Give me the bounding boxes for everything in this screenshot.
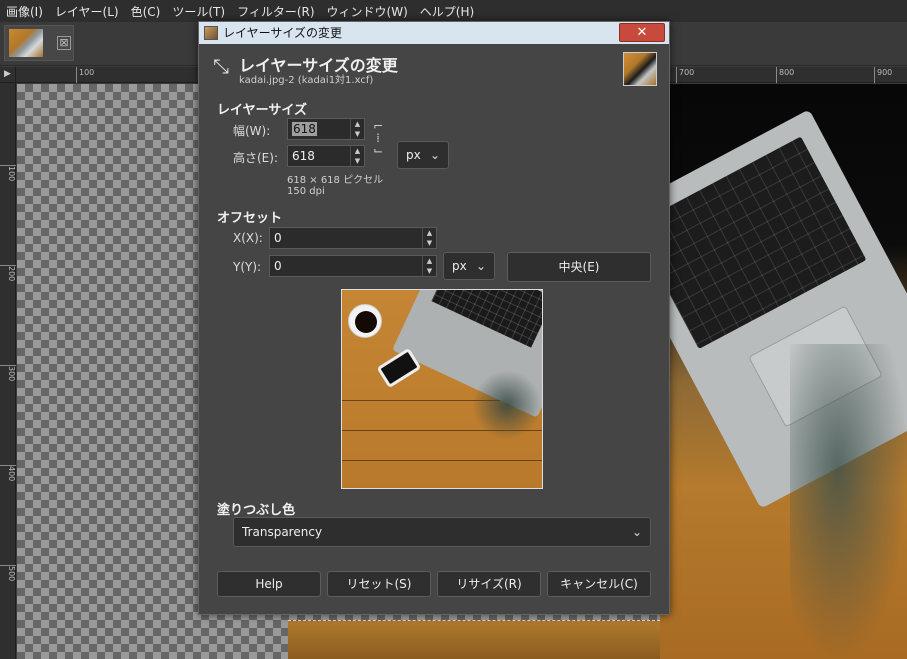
size-unit-value: px (406, 148, 421, 162)
dialog-titlebar[interactable]: レイヤーサイズの変更 (199, 22, 669, 44)
offset-y-value: 0 (274, 259, 282, 273)
chevron-down-icon: ⌄ (475, 259, 486, 273)
offset-y-spin-arrows-icon[interactable]: ▲ ▼ (422, 256, 436, 276)
offset-x-label: X(X): (233, 231, 263, 245)
menu-layer[interactable]: レイヤー(L) (49, 3, 125, 20)
ruler-tick-label: 900 (874, 67, 892, 83)
layer-size-dialog: レイヤーサイズの変更 ✕ ⤡ レイヤーサイズの変更 kadai.jpg-2 (k… (198, 21, 670, 615)
ruler-tick-label: 500 (0, 565, 16, 581)
menu-image[interactable]: 画像(I) (0, 3, 49, 20)
offset-x-value: 0 (274, 231, 282, 245)
height-value: 618 (292, 149, 315, 163)
fill-color-select[interactable]: Transparency ⌄ (233, 517, 651, 547)
menu-filters[interactable]: フィルター(R) (231, 3, 320, 20)
reset-button[interactable]: リセット(S) (327, 571, 431, 597)
help-button[interactable]: Help (217, 571, 321, 597)
resize-layer-icon: ⤡ (213, 54, 229, 78)
ruler-tick-label: 100 (0, 165, 16, 181)
dialog-subtitle: kadai.jpg-2 (kadai1対1.xcf) (239, 75, 374, 86)
offset-x-input[interactable]: 0 ▲ ▼ (269, 227, 437, 249)
ruler-corner-menu-icon[interactable]: ▶ (0, 67, 16, 83)
chain-link-icon[interactable]: ⌐ ⁞ ⌙ (371, 120, 385, 166)
preview-coffee-cup (348, 304, 382, 338)
canvas-photo-layer[interactable] (660, 84, 907, 659)
menu-windows[interactable]: ウィンドウ(W) (321, 3, 414, 20)
offset-section-title: オフセット (217, 211, 283, 226)
cancel-button[interactable]: キャンセル(C) (547, 571, 651, 597)
height-spin-arrows-icon[interactable]: ▲ ▼ (350, 146, 364, 166)
menu-color[interactable]: 色(C) (125, 3, 167, 20)
ruler-tick-label: 200 (0, 265, 16, 281)
image-tab[interactable]: ⊠ (4, 25, 74, 61)
preview-keyboard (431, 290, 542, 348)
height-label: 高さ(E): (233, 151, 278, 165)
offset-unit-select[interactable]: px ⌄ (443, 252, 495, 280)
size-unit-select[interactable]: px ⌄ (397, 141, 449, 169)
chevron-down-icon: ⌄ (631, 525, 642, 539)
preview-coffee (355, 311, 377, 333)
width-spin-arrows-icon[interactable]: ▲ ▼ (350, 119, 364, 139)
width-label: 幅(W): (233, 124, 271, 138)
pixel-size-info: 618 × 618 ピクセル (287, 175, 384, 186)
offset-preview[interactable] (341, 289, 543, 489)
image-thumbnail (9, 29, 43, 57)
preview-leaves (472, 370, 542, 440)
ruler-tick-label: 100 (76, 67, 94, 83)
canvas-layer-boundary (288, 620, 660, 659)
ruler-tick-label: 800 (776, 67, 794, 83)
width-value: 618 (292, 122, 317, 136)
fill-color-value: Transparency (242, 525, 323, 539)
menu-help[interactable]: ヘルプ(H) (414, 3, 480, 20)
photo-leaves (790, 344, 907, 659)
vertical-ruler[interactable]: 100 200 300 400 500 (0, 83, 16, 659)
dpi-info: 150 dpi (287, 186, 325, 197)
width-input[interactable]: 618 ▲ ▼ (287, 118, 365, 140)
ruler-tick-label: 400 (0, 465, 16, 481)
offset-y-label: Y(Y): (233, 260, 262, 274)
menu-tools[interactable]: ツール(T) (166, 3, 231, 20)
menubar: 画像(I) レイヤー(L) 色(C) ツール(T) フィルター(R) ウィンドウ… (0, 0, 907, 22)
wood-plank-line (342, 460, 542, 461)
offset-y-input[interactable]: 0 ▲ ▼ (269, 255, 437, 277)
close-button[interactable]: ✕ (619, 23, 665, 42)
gimp-app-icon (204, 26, 218, 40)
layer-size-section-title: レイヤーサイズ (217, 103, 307, 118)
offset-x-spin-arrows-icon[interactable]: ▲ ▼ (422, 228, 436, 248)
chevron-down-icon: ⌄ (429, 148, 440, 162)
close-tab-icon[interactable]: ⊠ (57, 36, 71, 50)
fill-color-section-title: 塗りつぶし色 (217, 503, 296, 518)
center-button[interactable]: 中央(E) (507, 252, 651, 282)
layer-thumbnail (623, 52, 657, 86)
ruler-tick-label: 700 (676, 67, 694, 83)
offset-unit-value: px (452, 259, 467, 273)
ruler-tick-label: 300 (0, 365, 16, 381)
height-input[interactable]: 618 ▲ ▼ (287, 145, 365, 167)
resize-button[interactable]: リサイズ(R) (437, 571, 541, 597)
